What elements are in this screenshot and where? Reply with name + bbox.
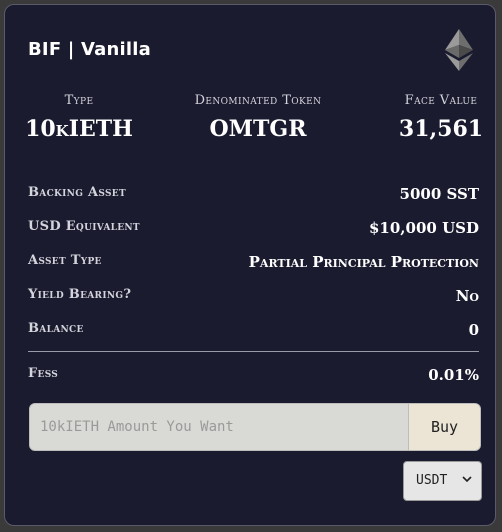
type-column: Type 10kIETH — [5, 93, 153, 142]
buy-button[interactable]: Buy — [408, 404, 480, 450]
asset-card: BIF | Vanilla Type 10kIETH Denominated T… — [4, 4, 496, 526]
ethereum-icon — [445, 29, 473, 71]
fees-label: Fess — [28, 366, 59, 381]
fees-row: Fess 0.01% — [28, 366, 479, 386]
asset-type-label: Asset Type — [28, 253, 102, 268]
backing-asset-value: 5000 SST — [399, 185, 479, 203]
token-label: Denominated Token — [194, 93, 322, 108]
amount-input[interactable] — [30, 404, 408, 450]
yield-bearing-row: Yield Bearing? No — [28, 287, 479, 307]
face-value-label: Face Value — [404, 93, 478, 108]
divider — [28, 351, 479, 352]
currency-select[interactable]: USDT — [403, 461, 482, 501]
usd-equivalent-value: $10,000 USD — [369, 219, 479, 237]
balance-value: 0 — [468, 321, 479, 339]
fees-value: 0.01% — [428, 366, 479, 384]
face-value-column: Face Value 31,561 — [383, 93, 499, 142]
card-title: BIF | Vanilla — [28, 39, 151, 60]
asset-type-row: Asset Type Partial Principal Protection — [28, 253, 479, 273]
usd-equivalent-label: USD Equivalent — [28, 219, 140, 234]
purchase-input-group: Buy — [29, 403, 481, 451]
usd-equivalent-row: USD Equivalent $10,000 USD — [28, 219, 479, 239]
token-column: Denominated Token OMTGR — [168, 93, 348, 142]
chevron-down-icon — [462, 476, 472, 483]
yield-bearing-label: Yield Bearing? — [28, 287, 132, 302]
backing-asset-row: Backing Asset 5000 SST — [28, 185, 479, 205]
face-value: 31,561 — [398, 116, 484, 142]
balance-row: Balance 0 — [28, 321, 479, 341]
token-value: OMTGR — [209, 116, 307, 142]
type-label: Type — [64, 93, 94, 108]
yield-bearing-value: No — [455, 287, 479, 305]
backing-asset-label: Backing Asset — [28, 185, 126, 200]
type-value: 10kIETH — [25, 116, 133, 142]
currency-selected-value: USDT — [416, 473, 448, 488]
balance-label: Balance — [28, 321, 84, 336]
asset-type-value: Partial Principal Protection — [248, 253, 479, 271]
